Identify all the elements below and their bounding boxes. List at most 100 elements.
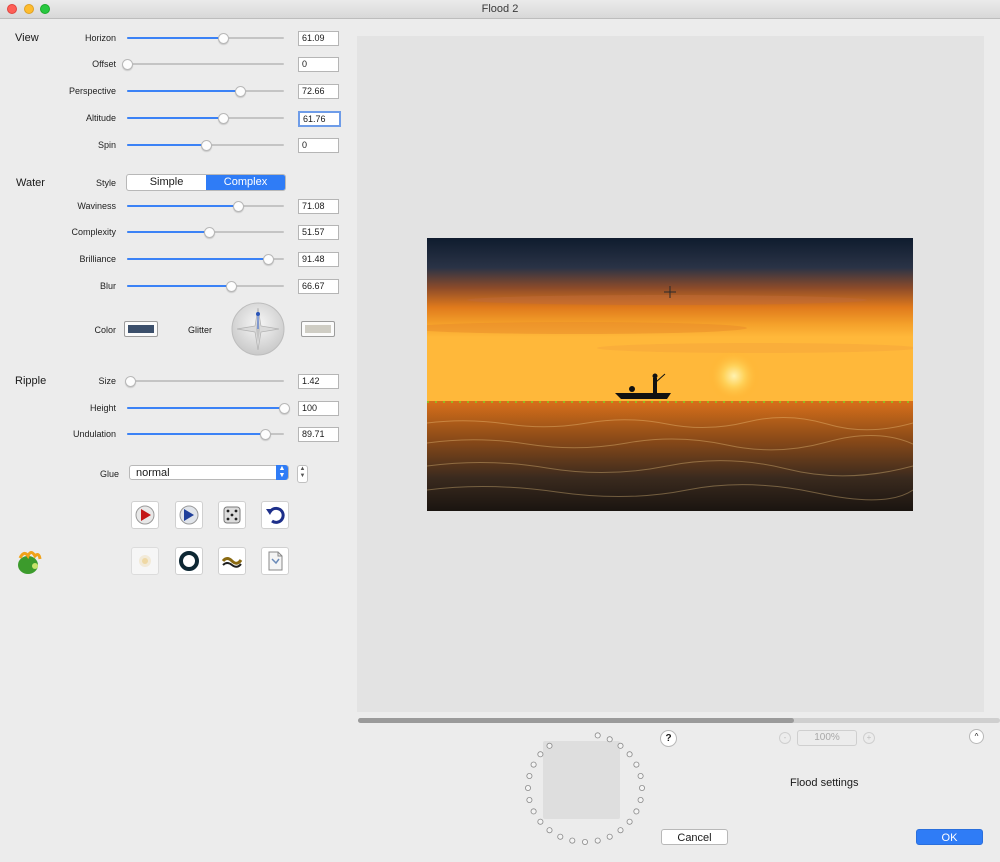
zoom-field[interactable]: 100% bbox=[797, 730, 857, 746]
brilliance-value-field[interactable]: 91.48 bbox=[298, 252, 339, 267]
horizon-slider-thumb[interactable] bbox=[217, 33, 229, 44]
preview-scrollbar[interactable] bbox=[358, 718, 1000, 723]
tile-dot[interactable] bbox=[594, 732, 601, 739]
brilliance-label: Brilliance bbox=[79, 254, 116, 264]
height-slider[interactable] bbox=[127, 403, 290, 414]
size-value-field[interactable]: 1.42 bbox=[298, 374, 339, 389]
blur-slider[interactable] bbox=[127, 281, 284, 292]
collapse-button[interactable]: ^ bbox=[969, 729, 984, 744]
blur-slider-thumb[interactable] bbox=[225, 281, 237, 292]
waviness-slider-thumb[interactable] bbox=[233, 201, 245, 212]
reset-button[interactable] bbox=[261, 501, 289, 529]
perspective-slider-thumb[interactable] bbox=[235, 86, 247, 97]
tile-dot[interactable] bbox=[633, 808, 640, 815]
undulation-slider[interactable] bbox=[127, 429, 284, 440]
tile-dot[interactable] bbox=[637, 797, 644, 804]
offset-label: Offset bbox=[92, 59, 116, 69]
tile-dot[interactable] bbox=[537, 818, 544, 825]
glue-stepper[interactable]: ▲ ▼ bbox=[297, 465, 308, 483]
tile-dot[interactable] bbox=[557, 833, 564, 840]
spin-slider-thumb[interactable] bbox=[200, 140, 212, 151]
undulation-slider-thumb[interactable] bbox=[260, 429, 272, 440]
blur-slider-fill bbox=[127, 285, 231, 287]
size-slider[interactable] bbox=[125, 376, 284, 387]
tile-dot[interactable] bbox=[606, 736, 613, 743]
glue-select[interactable]: normal ▲ ▼ bbox=[129, 465, 289, 480]
ring-button[interactable] bbox=[175, 547, 203, 575]
light-icon bbox=[139, 555, 151, 567]
help-button[interactable]: ? bbox=[660, 730, 677, 747]
tile-dot[interactable] bbox=[530, 808, 537, 815]
tile-dot[interactable] bbox=[594, 837, 601, 844]
complexity-value-field[interactable]: 51.57 bbox=[298, 225, 339, 240]
altitude-value-field[interactable]: 61.76 bbox=[298, 111, 341, 127]
document-button[interactable] bbox=[261, 547, 289, 575]
complexity-slider-thumb[interactable] bbox=[203, 227, 215, 238]
tile-dot[interactable] bbox=[526, 797, 533, 804]
app-logo bbox=[15, 548, 43, 576]
tile-dot[interactable] bbox=[626, 818, 633, 825]
tile-dot[interactable] bbox=[525, 785, 531, 792]
ok-button[interactable]: OK bbox=[916, 829, 983, 845]
height-value-field[interactable]: 100 bbox=[298, 401, 339, 416]
perspective-slider[interactable] bbox=[127, 86, 284, 97]
perspective-value-field[interactable]: 72.66 bbox=[298, 84, 339, 99]
tile-dot[interactable] bbox=[526, 773, 533, 780]
altitude-slider[interactable] bbox=[127, 113, 284, 124]
altitude-slider-thumb[interactable] bbox=[217, 113, 229, 124]
randomize-dice-icon bbox=[223, 506, 241, 524]
height-slider-thumb[interactable] bbox=[279, 403, 290, 414]
tile-dot[interactable] bbox=[537, 751, 544, 758]
zoom-in-button[interactable]: + bbox=[863, 732, 875, 744]
tile-dot[interactable] bbox=[546, 742, 553, 749]
spin-value-field[interactable]: 0 bbox=[298, 138, 339, 153]
play-preview-button[interactable] bbox=[175, 501, 203, 529]
blur-value-field[interactable]: 66.67 bbox=[298, 279, 339, 294]
reset-undo-icon bbox=[266, 506, 285, 524]
tile-dot[interactable] bbox=[606, 833, 613, 840]
brilliance-slider-thumb[interactable] bbox=[263, 254, 275, 265]
tile-dot[interactable] bbox=[569, 837, 576, 844]
tile-dot[interactable] bbox=[546, 827, 553, 834]
window-title: Flood 2 bbox=[481, 3, 519, 15]
horizon-value-field[interactable]: 61.09 bbox=[298, 31, 339, 46]
offset-slider-thumb[interactable] bbox=[122, 59, 133, 70]
height-slider-fill bbox=[127, 407, 284, 409]
tile-dot[interactable] bbox=[637, 773, 644, 780]
tile-dot[interactable] bbox=[582, 839, 589, 846]
undulation-value-field[interactable]: 89.71 bbox=[298, 427, 339, 442]
brilliance-slider[interactable] bbox=[127, 254, 284, 265]
tile-selector[interactable] bbox=[520, 730, 650, 854]
style-option-complex[interactable]: Complex bbox=[206, 175, 285, 190]
horizon-slider[interactable] bbox=[127, 33, 284, 44]
preview-image[interactable] bbox=[427, 238, 913, 511]
glitter-swatch[interactable] bbox=[301, 321, 335, 337]
tile-dot[interactable] bbox=[633, 761, 640, 768]
randomize-button[interactable] bbox=[218, 501, 246, 529]
tile-dot[interactable] bbox=[639, 785, 646, 792]
style-label: Style bbox=[95, 178, 116, 188]
tile-dot[interactable] bbox=[626, 751, 633, 758]
zoom-out-button[interactable]: - bbox=[779, 732, 791, 744]
style-segmented-control[interactable]: Simple Complex bbox=[126, 174, 286, 191]
glitter-direction-dial[interactable] bbox=[231, 302, 285, 356]
render-preview-button[interactable] bbox=[131, 501, 159, 529]
complexity-slider[interactable] bbox=[127, 227, 284, 238]
size-slider-thumb[interactable] bbox=[125, 376, 137, 387]
spin-label: Spin bbox=[97, 140, 116, 150]
waviness-value-field[interactable]: 71.08 bbox=[298, 199, 339, 214]
tile-dot[interactable] bbox=[617, 827, 624, 834]
tile-dot[interactable] bbox=[617, 742, 624, 749]
offset-slider[interactable] bbox=[122, 59, 284, 70]
chevron-updown-icon: ▲ ▼ bbox=[276, 465, 288, 480]
size-label: Size bbox=[98, 376, 116, 386]
cancel-button[interactable]: Cancel bbox=[661, 829, 728, 845]
wave-button[interactable] bbox=[218, 547, 246, 575]
waviness-slider[interactable] bbox=[127, 201, 284, 212]
tile-dot[interactable] bbox=[530, 761, 537, 768]
style-option-simple[interactable]: Simple bbox=[127, 175, 206, 190]
offset-value-field[interactable]: 0 bbox=[298, 57, 339, 72]
light-button[interactable] bbox=[131, 547, 159, 575]
spin-slider[interactable] bbox=[127, 140, 284, 151]
color-swatch[interactable] bbox=[124, 321, 158, 337]
